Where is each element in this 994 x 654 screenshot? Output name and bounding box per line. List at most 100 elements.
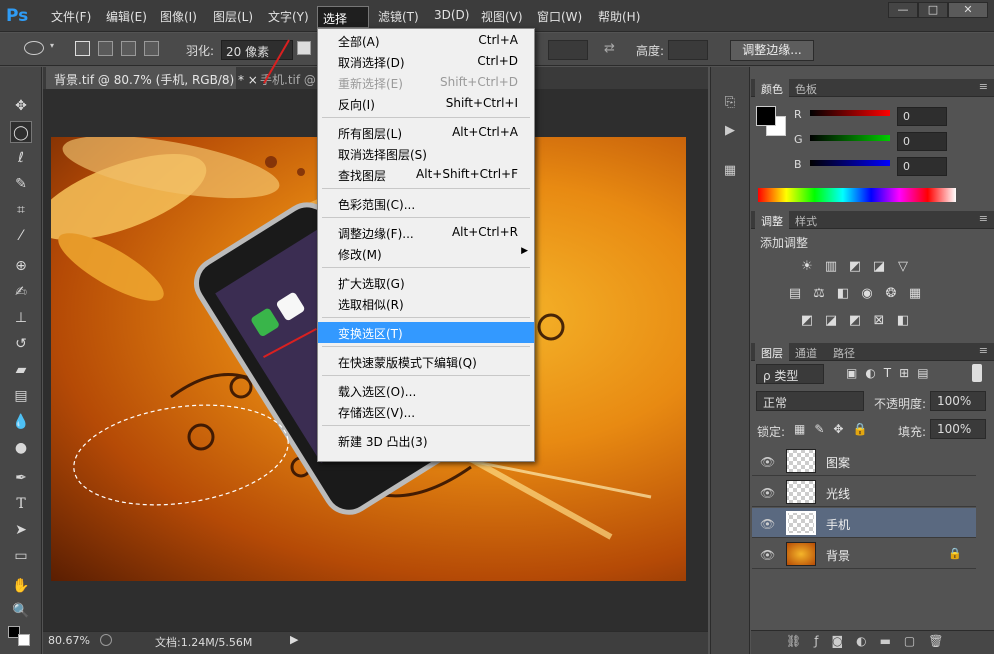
black-white-icon[interactable]: ◧ — [834, 285, 852, 303]
pen-tool-icon[interactable]: ✒ — [10, 467, 32, 489]
levels-icon[interactable]: ▥ — [822, 258, 840, 276]
refine-edge-button[interactable]: 调整边缘... — [730, 40, 814, 61]
blue-value-input[interactable]: 0 — [897, 157, 947, 176]
gradient-tool-icon[interactable]: ▤ — [10, 385, 32, 407]
menu-3d[interactable]: 3D(D) — [434, 8, 469, 22]
status-info-icon[interactable] — [100, 634, 112, 646]
visibility-eye-icon[interactable]: 👁 — [760, 517, 775, 531]
visibility-eye-icon[interactable]: 👁 — [760, 455, 775, 469]
tab-styles[interactable]: 样式 — [789, 211, 823, 229]
rectangle-tool-icon[interactable]: ▭ — [10, 545, 32, 567]
zoom-level[interactable]: 80.67% — [48, 634, 90, 647]
opacity-input[interactable]: 100% — [930, 391, 986, 411]
actions-play-icon[interactable]: ▶ — [718, 120, 742, 142]
crop-tool-icon[interactable]: ⌗ — [10, 199, 32, 221]
layer-filter-icons[interactable]: ▣◐T⊞▤ — [846, 366, 937, 380]
menu-view[interactable]: 视图(V) — [481, 8, 523, 25]
menu-edit[interactable]: 编辑(E) — [106, 8, 147, 25]
gradient-map-icon[interactable]: ◧ — [894, 312, 912, 330]
blend-mode-select[interactable]: 正常 — [756, 391, 864, 411]
hue-saturation-icon[interactable]: ▤ — [786, 285, 804, 303]
blur-tool-icon[interactable]: 💧 — [10, 411, 32, 433]
eraser-tool-icon[interactable]: ▰ — [10, 359, 32, 381]
dodge-tool-icon[interactable]: ● — [10, 437, 32, 459]
filter-toggle-icon[interactable] — [972, 364, 982, 382]
tab-layers[interactable]: 图层 — [755, 343, 789, 361]
elliptical-marquee-preset-icon[interactable] — [24, 41, 44, 55]
menu-item-11[interactable]: 调整边缘(F)... Alt+Ctrl+R — [318, 222, 534, 243]
red-slider[interactable] — [810, 110, 890, 116]
channel-mixer-icon[interactable]: ❂ — [882, 285, 900, 303]
panel-menu-icon[interactable]: ≡ — [979, 344, 988, 357]
visibility-eye-icon[interactable]: 👁 — [760, 548, 775, 562]
new-selection-icon[interactable] — [75, 41, 90, 56]
intersect-selection-icon[interactable] — [144, 41, 159, 56]
invert-icon[interactable]: ◩ — [798, 312, 816, 330]
menu-item-7[interactable]: 查找图层 Alt+Shift+Ctrl+F — [318, 164, 534, 185]
tab-paths[interactable]: 路径 — [827, 343, 861, 361]
visibility-eye-icon[interactable]: 👁 — [760, 486, 775, 500]
quick-select-tool-icon[interactable]: ✎ — [10, 173, 32, 195]
menu-item-19[interactable]: 在快速蒙版模式下编辑(Q) — [318, 351, 534, 372]
width-input[interactable] — [548, 40, 588, 60]
menu-image[interactable]: 图像(I) — [160, 8, 197, 25]
menu-item-21[interactable]: 载入选区(O)... — [318, 380, 534, 401]
menu-window[interactable]: 窗口(W) — [537, 8, 582, 25]
menu-item-9[interactable]: 色彩范围(C)... — [318, 193, 534, 214]
height-input[interactable] — [668, 40, 708, 60]
vibrance-icon[interactable]: ▽ — [894, 258, 912, 276]
color-lookup-icon[interactable]: ▦ — [906, 285, 924, 303]
tab-color[interactable]: 颜色 — [755, 79, 789, 97]
color-spectrum-bar[interactable] — [758, 188, 956, 202]
menu-filter[interactable]: 滤镜(T) — [378, 8, 419, 25]
panel-menu-icon[interactable]: ≡ — [979, 80, 988, 93]
menu-item-3[interactable]: 反向(I) Shift+Ctrl+I — [318, 93, 534, 114]
close-button[interactable]: ✕ — [948, 2, 988, 18]
history-brush-tool-icon[interactable]: ↺ — [10, 333, 32, 355]
layers-footer-icons[interactable]: ⛓ƒ◙◐▬▢🗑 — [786, 634, 956, 648]
blue-slider[interactable] — [810, 160, 890, 166]
tab-swatches[interactable]: 色板 — [789, 79, 823, 97]
swap-icon[interactable]: ⇄ — [604, 41, 615, 56]
menu-layer[interactable]: 图层(L) — [213, 8, 253, 25]
tab-adjustments[interactable]: 调整 — [755, 211, 789, 229]
panel-menu-icon[interactable]: ≡ — [979, 212, 988, 225]
lasso-tool-icon[interactable]: ℓ — [10, 147, 32, 169]
subtract-selection-icon[interactable] — [121, 41, 136, 56]
fill-input[interactable]: 100% — [930, 419, 986, 439]
color-balance-icon[interactable]: ⚖ — [810, 285, 828, 303]
red-value-input[interactable]: 0 — [897, 107, 947, 126]
add-to-selection-icon[interactable] — [98, 41, 113, 56]
menu-item-12[interactable]: 修改(M) ▶ — [318, 243, 534, 264]
history-panel-icon[interactable]: ⎘ — [718, 92, 742, 114]
tab-phone-document[interactable]: 手机.tif @ — [254, 67, 320, 89]
threshold-icon[interactable]: ◩ — [846, 312, 864, 330]
hand-tool-icon[interactable]: ✋ — [10, 575, 32, 597]
zoom-tool-icon[interactable]: 🔍 — [10, 600, 32, 622]
menu-item-1[interactable]: 取消选择(D) Ctrl+D — [318, 51, 534, 72]
status-menu-arrow-icon[interactable]: ▶ — [290, 633, 298, 646]
menu-help[interactable]: 帮助(H) — [598, 8, 640, 25]
menu-type[interactable]: 文字(Y) — [268, 8, 309, 25]
menu-item-14[interactable]: 扩大选取(G) — [318, 272, 534, 293]
posterize-icon[interactable]: ◪ — [822, 312, 840, 330]
healing-brush-tool-icon[interactable]: ⊕ — [10, 255, 32, 277]
curves-icon[interactable]: ◩ — [846, 258, 864, 276]
menu-item-24[interactable]: 新建 3D 凸出(3) — [318, 430, 534, 451]
maximize-button[interactable]: □ — [918, 2, 948, 18]
menu-item-15[interactable]: 选取相似(R) — [318, 293, 534, 314]
tab-background-document[interactable]: 背景.tif @ 80.7% (手机, RGB/8) * × — [46, 67, 258, 89]
eyedropper-tool-icon[interactable]: ⁄ — [10, 225, 32, 247]
lock-options-icons[interactable]: ▦✎✥🔒 — [794, 422, 876, 436]
background-color-swatch[interactable] — [18, 634, 30, 646]
menu-file[interactable]: 文件(F) — [51, 8, 91, 25]
properties-panel-icon[interactable]: ▦ — [718, 160, 742, 182]
menu-item-0[interactable]: 全部(A) Ctrl+A — [318, 30, 534, 51]
anti-alias-checkbox[interactable] — [297, 41, 311, 55]
green-slider[interactable] — [810, 135, 890, 141]
tab-channels[interactable]: 通道 — [789, 343, 823, 361]
menu-item-6[interactable]: 取消选择图层(S) — [318, 143, 534, 164]
photo-filter-icon[interactable]: ◉ — [858, 285, 876, 303]
clone-stamp-tool-icon[interactable]: ⊥ — [10, 307, 32, 329]
menu-item-5[interactable]: 所有图层(L) Alt+Ctrl+A — [318, 122, 534, 143]
